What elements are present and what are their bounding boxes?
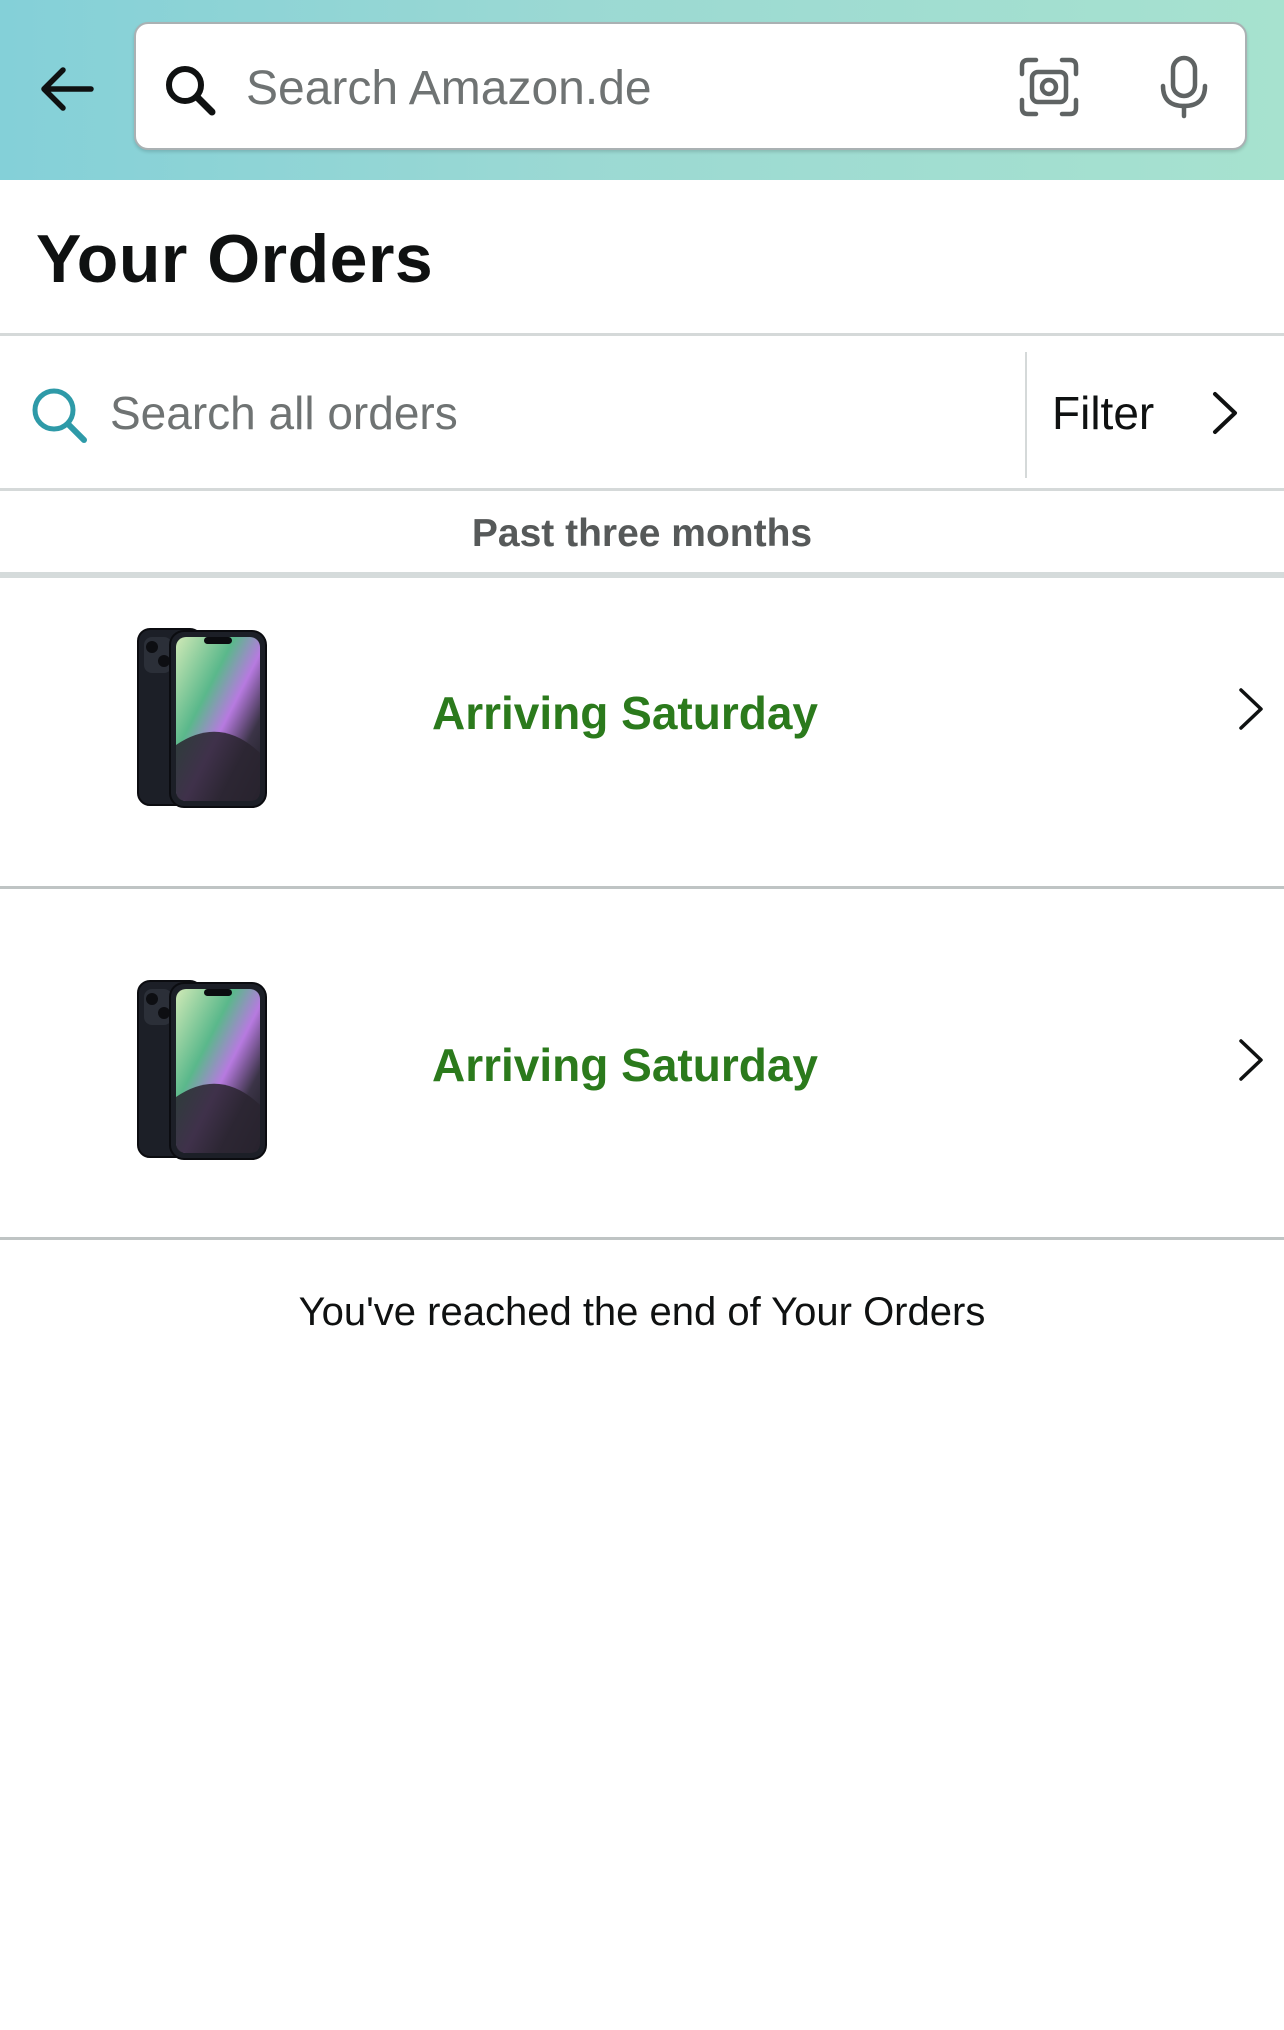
order-row[interactable]: Arriving Saturday: [0, 580, 1284, 926]
back-button[interactable]: [28, 50, 106, 128]
top-header: [0, 0, 1284, 180]
search-icon: [166, 66, 216, 116]
filter-label: Filter: [1052, 387, 1155, 439]
back-arrow-icon: [41, 67, 94, 111]
order-row[interactable]: Arriving Saturday: [0, 889, 1284, 1235]
amazon-search-input[interactable]: [246, 48, 1106, 128]
chevron-right-icon: [1239, 1039, 1263, 1081]
end-of-orders-message: You've reached the end of Your Orders: [298, 1290, 986, 1334]
iphone-product-image: [137, 980, 267, 1160]
divider: [0, 333, 1284, 336]
orders-search-input[interactable]: [110, 373, 990, 453]
iphone-product-image: [137, 628, 267, 808]
page-title: Your Orders: [36, 221, 434, 297]
orders-search-field[interactable]: [0, 338, 1026, 488]
filter-button[interactable]: Filter: [1027, 338, 1284, 488]
microphone-icon[interactable]: [1154, 54, 1214, 120]
time-range-label: Past three months: [471, 512, 813, 555]
divider: [0, 488, 1284, 491]
chevron-right-icon: [1213, 392, 1237, 434]
divider: [0, 572, 1284, 578]
camera-scan-icon[interactable]: [1016, 54, 1082, 120]
search-icon: [32, 388, 87, 443]
order-status: Arriving Saturday: [432, 1039, 818, 1091]
order-status: Arriving Saturday: [432, 687, 818, 739]
divider: [0, 1237, 1284, 1240]
chevron-right-icon: [1239, 688, 1263, 730]
amazon-search-bar[interactable]: [134, 22, 1247, 150]
